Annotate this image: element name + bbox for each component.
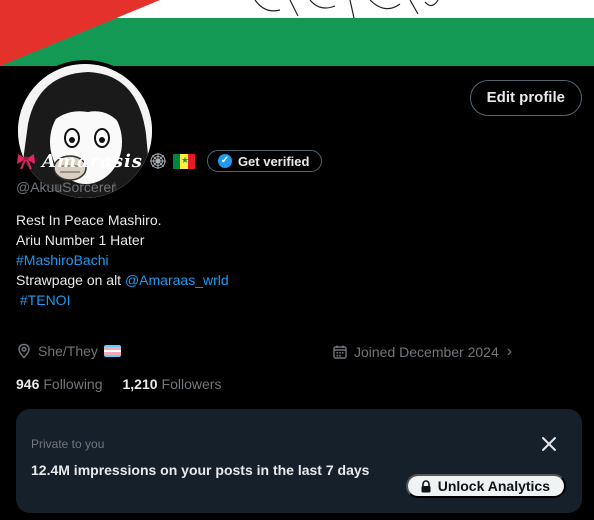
following-label: Following <box>43 376 103 392</box>
close-icon[interactable] <box>538 433 560 455</box>
pronouns-item: She/They <box>16 343 121 359</box>
lock-icon <box>421 479 431 492</box>
transgender-flag-icon <box>103 345 121 357</box>
following-link[interactable]: 946 Following <box>16 376 103 392</box>
joined-date-text: Joined December 2024 <box>354 344 499 360</box>
avatar-image <box>18 64 152 198</box>
pronouns-text: She/They <box>38 343 98 359</box>
display-name-row: Amarasis ★ ✓ Get verified <box>16 150 323 172</box>
banner-sketch-art <box>254 0 439 18</box>
hashtag-link[interactable]: #MashiroBachi <box>16 250 229 270</box>
impressions-text: 12.4M impressions on your posts in the l… <box>31 462 370 478</box>
hashtag-link-2[interactable]: #TENOI <box>16 290 229 310</box>
unlock-analytics-label: Unlock Analytics <box>437 478 550 494</box>
bio-line-4-text: Strawpage on alt <box>16 272 125 288</box>
bio-line-2: Ariu Number 1 Hater <box>16 232 145 248</box>
follow-stats: 946 Following 1,210 Followers <box>16 376 221 392</box>
location-pin-icon <box>18 343 30 359</box>
calendar-icon <box>333 345 347 359</box>
private-label: Private to you <box>31 437 105 451</box>
profile-main: Edit profile Amarasis ★ ✓ Get verified @… <box>0 60 594 520</box>
display-name: Amarasis <box>42 150 143 172</box>
get-verified-button[interactable]: ✓ Get verified <box>206 150 323 172</box>
bio-line-1: Rest In Peace Mashiro. <box>16 212 162 228</box>
analytics-card: Private to you 12.4M impressions on your… <box>16 409 582 513</box>
banner-red-triangle <box>0 0 160 66</box>
edit-profile-button[interactable]: Edit profile <box>469 80 582 116</box>
chevron-right-icon[interactable]: › <box>507 343 512 361</box>
avatar-illustration <box>18 64 152 198</box>
user-handle: @AkuuSorcerer <box>16 179 116 195</box>
profile-banner[interactable] <box>0 0 594 66</box>
mention-link[interactable]: @Amaraas_wrld <box>125 272 229 288</box>
followers-link[interactable]: 1,210 Followers <box>123 376 222 392</box>
senegal-flag-icon: ★ <box>172 153 195 169</box>
verified-check-icon: ✓ <box>217 154 232 168</box>
joined-date-item: Joined December 2024 › <box>332 343 512 361</box>
following-count: 946 <box>16 376 40 392</box>
spider-web-icon <box>149 153 166 169</box>
ribbon-bow-icon <box>17 154 35 170</box>
followers-count: 1,210 <box>122 376 158 392</box>
get-verified-label: Get verified <box>237 153 310 169</box>
bio: Rest In Peace Mashiro. Ariu Number 1 Hat… <box>16 210 229 310</box>
unlock-analytics-button[interactable]: Unlock Analytics <box>405 474 566 498</box>
bio-line-4: Strawpage on alt @Amaraas_wrld <box>16 270 229 290</box>
followers-label: Followers <box>161 376 222 392</box>
